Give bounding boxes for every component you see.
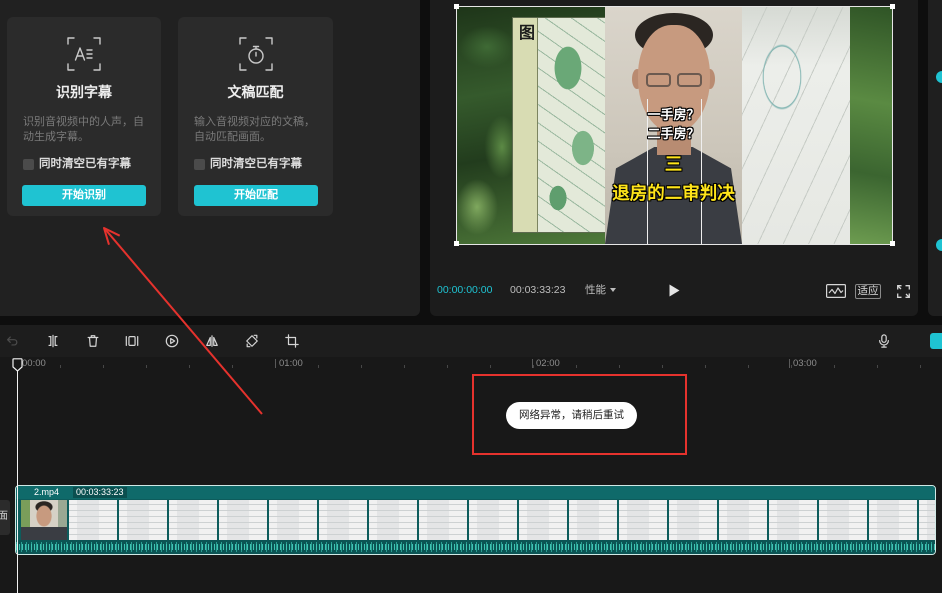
play-circle-icon[interactable] (165, 334, 179, 348)
clear-subtitles-checkbox[interactable]: 同时清空已有字幕 (23, 158, 131, 171)
stopwatch-icon (238, 36, 274, 72)
audio-waveform (16, 540, 935, 554)
card-description: 识别音视频中的人声，自动生成字幕。 (23, 116, 144, 143)
subtitle-line: 二手房？ (647, 126, 700, 141)
undo-icon[interactable] (5, 334, 19, 348)
ruler-major-tick (789, 359, 790, 368)
video-clip[interactable]: 2.mp4 00:03:33:23 (15, 485, 936, 555)
rotate-icon[interactable] (245, 334, 259, 348)
fit-button[interactable]: 适应 (855, 284, 881, 299)
ruler-label: 00:00 (22, 358, 46, 369)
clip-duration: 00:03:33:23 (73, 487, 127, 498)
network-error-toast: 网络异常，请稍后重试 (506, 402, 637, 429)
recognize-subtitle-card: 识别字幕 识别音视频中的人声，自动生成字幕。 同时清空已有字幕 开始识别 (7, 17, 161, 216)
speaker-glasses (646, 73, 671, 87)
freeze-frame-icon[interactable] (125, 334, 139, 348)
record-toggle[interactable] (930, 333, 942, 349)
cover-button[interactable]: 面 (0, 500, 10, 535)
map-background (742, 7, 850, 244)
resize-handle[interactable] (454, 4, 459, 9)
properties-panel (928, 0, 942, 316)
cover-label: 面 (0, 511, 8, 522)
toggle-switch[interactable] (936, 239, 942, 251)
play-icon[interactable] (669, 284, 680, 297)
timeline[interactable]: 00:00 01:00 02:00 03:00 网络异常，请稍后重试 面 2.m… (0, 357, 942, 593)
subtitle-line: 退房的二审判决 (612, 183, 735, 203)
total-duration: 00:03:33:23 (510, 284, 566, 296)
start-match-button[interactable]: 开始匹配 (194, 185, 318, 206)
speaker-glasses (677, 73, 702, 87)
clip-header (16, 486, 935, 499)
card-title: 文稿匹配 (227, 84, 284, 100)
resize-handle[interactable] (890, 241, 895, 246)
start-recognize-button[interactable]: 开始识别 (22, 185, 146, 206)
ruler-label: 02:00 (536, 358, 560, 369)
chevron-down-icon (610, 288, 616, 292)
subtitle-line: 三 (664, 154, 683, 174)
preview-panel: 阳江金鸡岭森林公园导览图 一手房？ 二手房？ 三 退房的二审判决 00:00:0… (430, 0, 918, 316)
foliage-background (850, 7, 892, 244)
toggle-switch[interactable] (936, 71, 942, 83)
ruler-label: 01:00 (279, 358, 303, 369)
video-preview-frame[interactable]: 阳江金鸡岭森林公园导览图 一手房？ 二手房？ 三 退房的二审判决 (456, 6, 893, 245)
checkbox-label: 同时清空已有字幕 (39, 158, 131, 170)
clip-file-name: 2.mp4 (34, 487, 60, 497)
subtitle-line: 一手房？ (647, 107, 700, 122)
playhead-handle-icon[interactable] (12, 358, 23, 372)
clip-thumbnail-strip (69, 500, 935, 540)
sign-title-strip: 阳江金鸡岭森林公园导览图 (513, 18, 554, 232)
microphone-icon[interactable] (877, 334, 891, 348)
delete-icon[interactable] (86, 334, 100, 348)
performance-label: 性能 (585, 284, 606, 296)
card-title: 识别字幕 (56, 84, 112, 100)
playhead[interactable] (17, 370, 18, 593)
clear-subtitles-checkbox[interactable]: 同时清空已有字幕 (194, 158, 302, 171)
timeline-toolbar (0, 325, 942, 357)
script-match-card: 文稿匹配 输入音视频对应的文稿，自动匹配画面。 同时清空已有字幕 开始匹配 (178, 17, 333, 216)
resize-handle[interactable] (890, 4, 895, 9)
resize-handle[interactable] (454, 241, 459, 246)
card-description: 输入音视频对应的文稿，自动匹配画面。 (194, 116, 315, 143)
sign-map (538, 18, 605, 232)
fullscreen-icon[interactable] (897, 285, 910, 298)
ruler-label: 03:00 (793, 358, 817, 369)
checkbox-box (194, 159, 205, 170)
current-time: 00:00:00:00 (437, 284, 493, 296)
mirror-icon[interactable] (205, 334, 219, 348)
caption-text-icon (66, 36, 102, 72)
subtitle-panel: 识别字幕 识别音视频中的人声，自动生成字幕。 同时清空已有字幕 开始识别 文稿匹… (0, 0, 420, 316)
split-icon[interactable] (46, 334, 60, 348)
checkbox-box (23, 159, 34, 170)
ruler-major-tick (275, 359, 276, 368)
clip-thumbnail (21, 500, 67, 540)
checkbox-label: 同时清空已有字幕 (210, 158, 302, 170)
crop-icon[interactable] (285, 334, 299, 348)
waveform-icon[interactable] (826, 284, 846, 299)
park-map-sign: 阳江金鸡岭森林公园导览图 (513, 18, 605, 232)
performance-dropdown[interactable]: 性能 (585, 283, 616, 297)
ruler-major-tick (532, 359, 533, 368)
